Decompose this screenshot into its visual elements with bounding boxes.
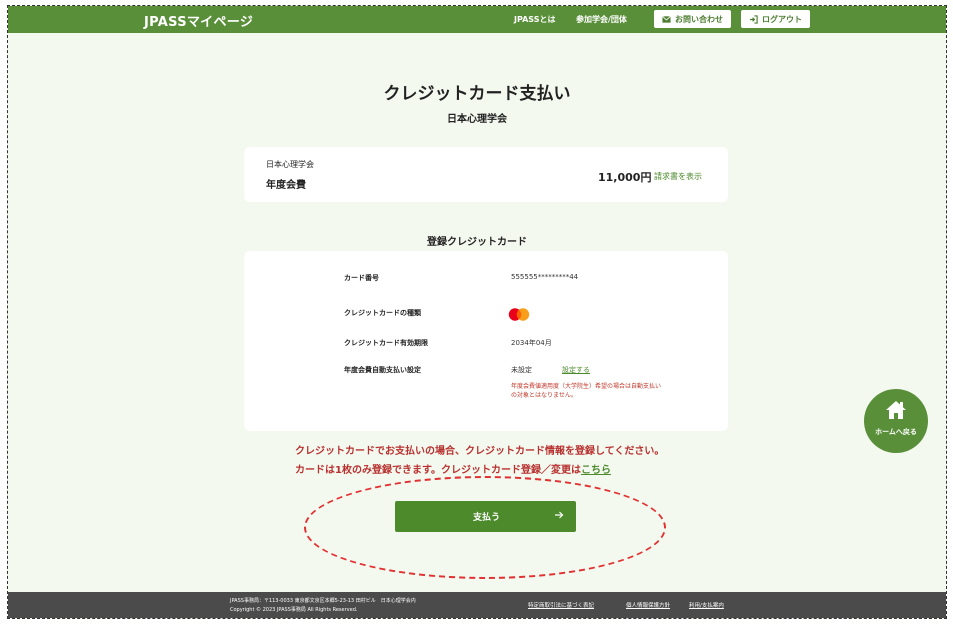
card-expiry-label: クレジットカード有効期限 bbox=[344, 339, 428, 347]
footer-link-usage-guide[interactable]: 利用/支払案内 bbox=[689, 601, 724, 609]
auto-pay-label: 年度会費自動支払い設定 bbox=[344, 366, 421, 374]
auto-pay-setting-link[interactable]: 設定する bbox=[562, 365, 590, 375]
home-button-label: ホームへ戻る bbox=[875, 428, 917, 436]
show-invoice-link[interactable]: 請求書を表示 bbox=[654, 171, 702, 182]
registered-card-heading: 登録クレジットカード bbox=[427, 237, 527, 248]
card-register-link[interactable]: こちら bbox=[581, 465, 611, 476]
fee-amount: 11,000円 bbox=[598, 171, 652, 184]
top-navigation-bar: JPASSマイページ JPASSとは 参加学会/団体 お問い合わせ ログアウト bbox=[8, 6, 946, 33]
logout-button[interactable]: ログアウト bbox=[741, 10, 810, 28]
page-frame: JPASSマイページ JPASSとは 参加学会/団体 お問い合わせ ログアウト … bbox=[7, 5, 947, 619]
notice-line1: クレジットカードでお支払いの場合、クレジットカード情報を登録してください。 bbox=[295, 446, 665, 457]
footer-address: JPASS事務局：〒113-0033 東京都文京区本郷5-23-13 田村ビル … bbox=[230, 598, 416, 604]
organization-name: 日本心理学会 bbox=[447, 114, 507, 125]
card-number-value: 555555*********44 bbox=[511, 273, 579, 281]
home-icon bbox=[886, 401, 906, 419]
card-type-label: クレジットカードの種類 bbox=[344, 309, 421, 317]
notice-line2: カードは1枚のみ登録できます。クレジットカード登録／変更はこちら bbox=[295, 461, 611, 476]
footer: JPASS事務局：〒113-0033 東京都文京区本郷5-23-13 田村ビル … bbox=[8, 592, 946, 618]
fee-name: 年度会費 bbox=[266, 180, 306, 191]
auto-pay-note-line2: の対象とはなりません。 bbox=[511, 392, 577, 399]
fee-org: 日本心理学会 bbox=[266, 160, 314, 169]
notice-line2-text: カードは1枚のみ登録できます。クレジットカード登録／変更は bbox=[295, 465, 581, 476]
card-number-label: カード番号 bbox=[344, 274, 379, 282]
mastercard-icon bbox=[508, 308, 530, 321]
footer-link-commerce-law[interactable]: 特定商取引法に基づく表記 bbox=[528, 601, 594, 609]
logout-icon bbox=[749, 14, 758, 24]
logout-button-label: ログアウト bbox=[762, 14, 802, 24]
pay-button[interactable]: 支払う bbox=[395, 501, 576, 532]
mail-icon bbox=[662, 15, 671, 23]
pay-button-label: 支払う bbox=[473, 513, 501, 523]
site-logo[interactable]: JPASSマイページ bbox=[144, 11, 253, 30]
contact-button-label: お問い合わせ bbox=[675, 14, 723, 24]
auto-pay-value: 未設定 bbox=[511, 366, 532, 374]
auto-pay-note-line1: 年度会費値適用度（大学院生）希望の場合は自動支払い bbox=[511, 383, 662, 390]
footer-copyright: Copyright © 2023 JPASS事務局 All Rights Res… bbox=[230, 607, 358, 613]
fee-summary-card: 日本心理学会 年度会費 11,000円 請求書を表示 bbox=[244, 147, 728, 202]
nav-link-groups[interactable]: 参加学会/団体 bbox=[576, 14, 627, 25]
footer-link-privacy[interactable]: 個人情報保護方針 bbox=[626, 601, 670, 609]
arrow-right-icon bbox=[555, 511, 564, 519]
card-expiry-value: 2034年04月 bbox=[511, 339, 552, 347]
contact-button[interactable]: お問い合わせ bbox=[654, 10, 731, 28]
page-title: クレジットカード支払い bbox=[383, 84, 571, 104]
home-button[interactable]: ホームへ戻る bbox=[864, 389, 928, 453]
registered-card-panel: カード番号 555555*********44 クレジットカードの種類 クレジッ… bbox=[244, 251, 728, 431]
nav-link-about[interactable]: JPASSとは bbox=[514, 14, 555, 25]
